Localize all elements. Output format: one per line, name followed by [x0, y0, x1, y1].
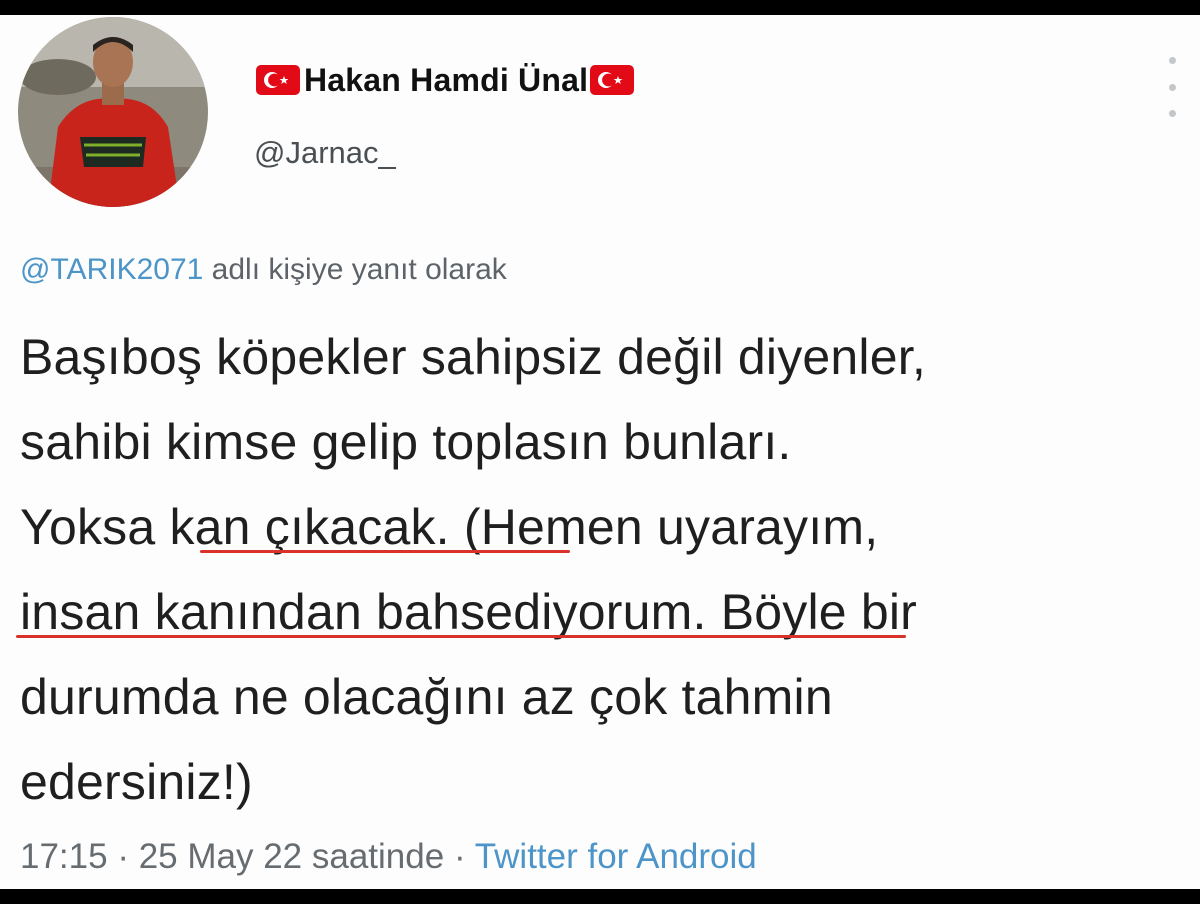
display-name: Hakan Hamdi Ünal: [304, 61, 589, 98]
tweet-line: Yoksa kan çıkacak. (Hemen uyarayım,: [20, 499, 879, 555]
meta-separator: ·: [117, 837, 129, 876]
dot: [1168, 83, 1176, 91]
reply-mention-link[interactable]: @TARIK2071: [20, 253, 203, 286]
tweet-line: sahibi kimse gelip toplasın bunları.: [20, 414, 792, 470]
highlight-underline: [16, 635, 906, 638]
tweet-text: Başıboş köpekler sahipsiz değil diyenler…: [20, 315, 1195, 825]
highlight-underline: [200, 550, 570, 553]
turkey-flag-icon: [590, 65, 635, 95]
tweet-line: Başıboş köpekler sahipsiz değil diyenler…: [20, 329, 926, 385]
avatar[interactable]: [18, 17, 208, 207]
tweet-source-link[interactable]: Twitter for Android: [475, 837, 757, 876]
profile-photo-icon: [18, 17, 208, 207]
tweet-time[interactable]: 17:15: [20, 837, 108, 876]
meta-separator: ·: [453, 837, 466, 876]
tweet-line: durumda ne olacağını az çok tahmin: [20, 669, 833, 725]
tweet-meta: 17:15 · 25 May 22 saatinde · Twitter for…: [20, 837, 757, 877]
turkey-flag-icon: [256, 65, 300, 95]
tweet-line: edersiniz!): [20, 754, 253, 810]
vertical-ellipsis-icon[interactable]: [1160, 57, 1184, 117]
user-handle[interactable]: @Jarnac_: [254, 135, 396, 171]
dot: [1168, 57, 1176, 64]
dot: [1168, 110, 1176, 117]
reply-context: @TARIK2071 adlı kişiye yanıt olarak: [20, 253, 507, 287]
display-name-row[interactable]: Hakan Hamdi Ünal: [256, 57, 635, 103]
reply-suffix: adlı kişiye yanıt olarak: [211, 253, 507, 286]
tweet-line: insan kanından bahsediyorum. Böyle bir: [20, 584, 918, 640]
tweet-date[interactable]: 25 May 22 saatinde: [139, 837, 444, 876]
tweet-card: Hakan Hamdi Ünal @Jarnac_ @TARIK2071 adl…: [0, 15, 1200, 889]
